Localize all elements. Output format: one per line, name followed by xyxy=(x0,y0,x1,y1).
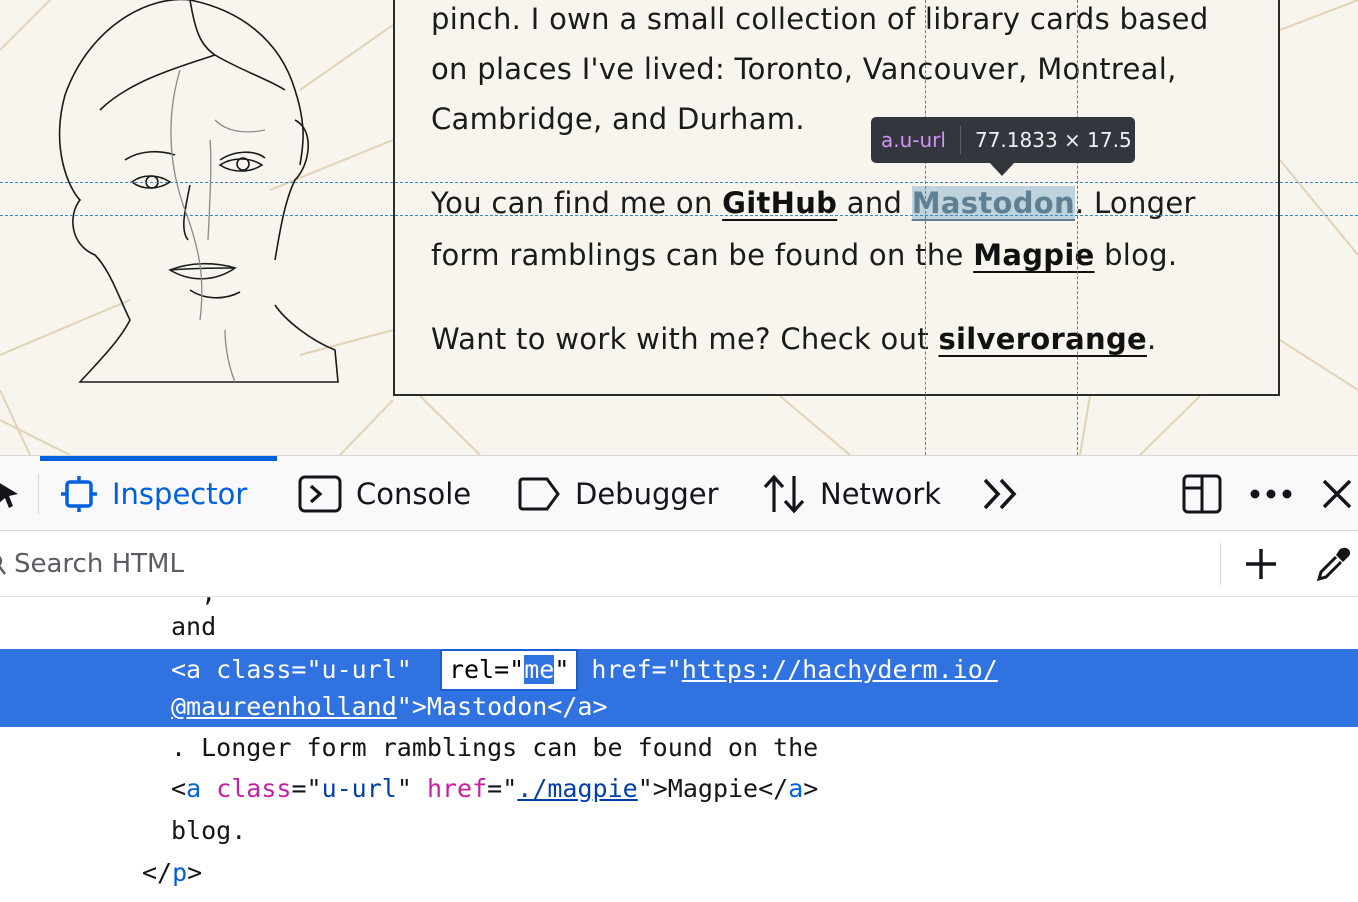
attr-value-selected: me xyxy=(524,655,555,684)
infobar-arrow xyxy=(989,162,1015,176)
attr-quote: " xyxy=(554,655,570,684)
tab-inspector[interactable]: Inspector xyxy=(40,456,277,531)
selected-node-line2: @maureenholland">Mastodon</a> xyxy=(171,687,608,727)
tab-network[interactable]: Network xyxy=(762,456,941,531)
markup-href-link[interactable]: ./magpie xyxy=(517,774,637,803)
bio-text: Want to work with me? Check out xyxy=(431,322,939,356)
markup-bracket: > xyxy=(803,774,819,803)
infobar-separator xyxy=(959,126,961,154)
node-infobar: a.u-url 77.1833 × 17.5 xyxy=(871,117,1135,163)
responsive-design-icon xyxy=(1182,474,1222,513)
highlighter-guide-bottom xyxy=(0,215,1358,216)
tab-label: Debugger xyxy=(575,476,719,511)
toolbar-separator xyxy=(38,474,39,514)
more-tabs-button[interactable] xyxy=(978,456,1022,531)
close-icon xyxy=(1322,479,1352,508)
href-link-part1[interactable]: https://hachyderm.io/ xyxy=(682,655,998,684)
markup-tag-name: a xyxy=(186,774,202,803)
markup-node-magpie[interactable]: <a class="u-url" href="./magpie">Magpie<… xyxy=(171,769,818,809)
bio-paragraph-work: Want to work with me? Check out silveror… xyxy=(431,314,1157,364)
plus-icon xyxy=(1246,549,1276,579)
devtools-toolbar: Inspector Console Debugger Network xyxy=(0,455,1358,531)
highlighter-guide-right xyxy=(1077,0,1078,455)
markup-text-node[interactable]: . Longer form ramblings can be found on … xyxy=(171,728,818,768)
markup-attr-name: href xyxy=(426,774,488,803)
eyedropper-button[interactable] xyxy=(1310,541,1356,587)
search-separator xyxy=(1220,543,1221,585)
bio-text-line: on places I've lived: Toronto, Vancouver… xyxy=(431,52,1177,86)
markup-bracket: < xyxy=(171,774,187,803)
selected-node[interactable]: <a class="u-url" rel="me" href="https://… xyxy=(0,649,1358,727)
bio-card: pinch. I own a small collection of libra… xyxy=(393,0,1280,396)
infobar-dimensions: 77.1833 × 17.5 xyxy=(974,128,1132,152)
search-icon xyxy=(0,555,6,575)
add-node-button[interactable] xyxy=(1238,541,1284,587)
tab-label: Network xyxy=(820,476,942,511)
portrait-illustration xyxy=(58,0,339,383)
markup-attr-name: class xyxy=(216,774,292,803)
element-picker-icon xyxy=(0,482,18,508)
bio-paragraph-links: You can find me on GitHub and Mastodon. … xyxy=(431,178,1196,228)
tab-label: Console xyxy=(356,476,472,511)
ellipsis-icon xyxy=(1250,489,1292,498)
bio-text-line: Cambridge, and Durham. xyxy=(431,102,805,136)
console-icon xyxy=(298,475,342,512)
attribute-editor-rel[interactable]: rel="me" xyxy=(439,649,579,691)
markup-tag-open: <a class="u-url" xyxy=(171,655,427,684)
responsive-design-button[interactable] xyxy=(1178,456,1226,531)
close-devtools-button[interactable] xyxy=(1316,456,1358,531)
chevrons-right-icon xyxy=(983,478,1017,509)
markup-view[interactable]: , and <a class="u-url" rel="me" href="ht… xyxy=(0,597,1358,902)
bio-text: blog. xyxy=(1094,238,1178,272)
search-html-input[interactable] xyxy=(14,543,1204,585)
markup-punct: ">Magpie</ xyxy=(637,774,789,803)
markup-attr-value: u-url xyxy=(321,774,397,803)
markup-tag-name: a xyxy=(788,774,804,803)
href-link-part2[interactable]: @maureenholland xyxy=(171,692,397,721)
eyedropper-icon xyxy=(1316,547,1351,582)
page-viewport: pinch. I own a small collection of libra… xyxy=(0,0,1358,455)
selected-node-line1: <a class="u-url" rel="me" href="https://… xyxy=(171,649,998,691)
attr-name: rel=" xyxy=(448,655,525,684)
highlighter-guide-left xyxy=(925,0,926,455)
highlighter-guide-top xyxy=(0,182,1358,183)
markup-attr-href: href=" xyxy=(576,655,682,684)
debugger-icon xyxy=(518,477,560,510)
markup-punct: =" xyxy=(291,774,322,803)
markup-bracket: </ xyxy=(142,858,173,887)
more-options-button[interactable] xyxy=(1246,456,1296,531)
markup-text-node[interactable]: blog. xyxy=(171,811,246,851)
markup-tag-name: p xyxy=(172,858,188,887)
silverorange-link[interactable]: silverorange xyxy=(938,322,1146,356)
inspector-icon xyxy=(61,475,97,512)
markup-bracket: > xyxy=(187,858,203,887)
tab-debugger[interactable]: Debugger xyxy=(517,456,719,531)
markup-punct: " xyxy=(396,774,427,803)
markup-text-node[interactable]: and xyxy=(171,607,216,647)
infobar-selector: a.u-url xyxy=(881,128,946,152)
bio-text: form ramblings can be found on the xyxy=(431,238,974,272)
tab-label: Inspector xyxy=(112,476,248,511)
tab-console[interactable]: Console xyxy=(298,456,471,531)
bio-paragraph-links-line2: form ramblings can be found on the Magpi… xyxy=(431,230,1177,280)
bio-text-line: pinch. I own a small collection of libra… xyxy=(431,2,1209,36)
markup-tag-tail: ">Mastodon</a> xyxy=(396,692,608,721)
element-picker-button[interactable] xyxy=(0,456,28,531)
markup-punct: =" xyxy=(487,774,518,803)
bio-text: . xyxy=(1146,322,1157,356)
markup-search-bar xyxy=(0,531,1358,597)
markup-close-tag[interactable]: </p> xyxy=(142,853,202,893)
network-icon xyxy=(763,474,805,513)
